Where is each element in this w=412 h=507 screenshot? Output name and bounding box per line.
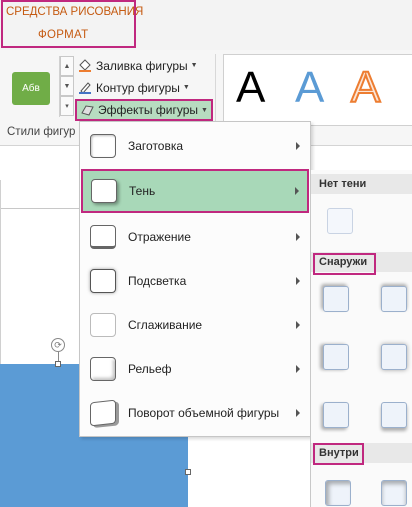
pen-outline-icon — [79, 82, 91, 94]
shadow-effect-icon — [91, 179, 117, 203]
shadow-option-inner-2[interactable] — [381, 480, 407, 506]
chevron-down-icon: ▼ — [201, 106, 208, 114]
wordart-gallery: A A A — [223, 54, 412, 126]
gallery-scroller: ▲ ▼ ▾ — [59, 56, 74, 117]
menu-item-label: Рельеф — [128, 362, 172, 376]
submenu-arrow-icon — [295, 187, 299, 195]
wordart-style-blue[interactable]: A — [295, 63, 324, 113]
resize-handle-top[interactable] — [55, 361, 61, 367]
submenu-arrow-icon — [296, 142, 300, 150]
menu-item-label: Поворот объемной фигуры — [128, 406, 280, 420]
chevron-down-icon: ▼ — [182, 84, 190, 91]
shadow-option-outer-2[interactable] — [381, 286, 407, 312]
submenu-arrow-icon — [296, 365, 300, 373]
gallery-more-button[interactable]: ▾ — [60, 96, 74, 116]
shape-effects-button[interactable]: Эффекты фигуры ▼ — [75, 99, 213, 121]
wordart-style-orange[interactable]: A — [350, 62, 381, 113]
menu-item-label: Отражение — [128, 230, 191, 244]
menu-item-label: Тень — [129, 184, 156, 198]
reflection-effect-icon — [90, 225, 116, 249]
submenu-arrow-icon — [296, 233, 300, 241]
submenu-arrow-icon — [296, 409, 300, 417]
shadow-option-inner-1[interactable] — [325, 480, 351, 506]
shadow-option-outer-4[interactable] — [381, 344, 407, 370]
menu-item-soft-edges[interactable]: Сглаживание — [82, 303, 308, 347]
3d-rotation-effect-icon — [90, 399, 116, 427]
preset-effect-icon — [90, 134, 116, 158]
contextual-tab-title: СРЕДСТВА РИСОВАНИЯ — [6, 6, 144, 18]
menu-item-shadow[interactable]: Тень — [81, 169, 309, 213]
shape-style-thumbnail[interactable]: Абв — [12, 72, 50, 105]
soft-edges-effect-icon — [90, 313, 116, 337]
shadow-option-outer-1[interactable] — [323, 286, 349, 312]
shadow-option-outer-5[interactable] — [323, 402, 349, 428]
shape-effects-label: Эффекты фигуры — [98, 103, 199, 117]
menu-item-glow[interactable]: Подсветка — [82, 259, 308, 303]
submenu-arrow-icon — [296, 277, 300, 285]
glow-effect-icon — [90, 269, 116, 293]
shadow-option-none[interactable] — [327, 208, 353, 234]
bevel-effect-icon — [90, 357, 116, 381]
group-divider — [215, 54, 216, 124]
menu-item-bevel[interactable]: Рельеф — [82, 347, 308, 391]
shape-fill-button[interactable]: Заливка фигуры ▼ — [78, 56, 198, 75]
outer-highlight-frame — [313, 253, 376, 275]
gallery-up-button[interactable]: ▲ — [60, 56, 74, 76]
chevron-down-icon: ▼ — [190, 62, 198, 69]
menu-item-reflection[interactable]: Отражение — [82, 215, 308, 259]
gallery-down-button[interactable]: ▼ — [60, 76, 74, 96]
tab-format[interactable]: ФОРМАТ — [38, 29, 88, 41]
submenu-header-no-shadow: Нет тени — [311, 174, 412, 194]
wordart-style-black[interactable]: A — [236, 63, 265, 113]
shape-effects-menu: Заготовка Тень Отражение Подсветка Сглаж… — [79, 121, 311, 437]
group-label-shape-styles: Стили фигур — [7, 126, 76, 138]
menu-item-label: Подсветка — [128, 274, 187, 288]
menu-item-label: Заготовка — [128, 139, 184, 153]
menu-item-label: Сглаживание — [128, 318, 203, 332]
inner-highlight-frame — [313, 443, 364, 465]
shape-outline-label: Контур фигуры — [96, 80, 180, 95]
menu-item-3d-rotation[interactable]: Поворот объемной фигуры — [82, 391, 308, 435]
resize-handle-right[interactable] — [185, 469, 191, 475]
shape-fill-label: Заливка фигуры — [96, 58, 188, 73]
doc-ruler-line — [0, 208, 80, 209]
shape-effects-icon — [81, 104, 94, 116]
shape-outline-button[interactable]: Контур фигуры ▼ — [78, 78, 190, 97]
menu-item-preset[interactable]: Заготовка — [82, 124, 308, 168]
submenu-arrow-icon — [296, 321, 300, 329]
shadow-option-outer-6[interactable] — [381, 402, 407, 428]
rotate-handle-icon[interactable]: ⟳ — [51, 338, 65, 352]
shadow-option-outer-3[interactable] — [323, 344, 349, 370]
paint-bucket-icon — [79, 59, 91, 72]
